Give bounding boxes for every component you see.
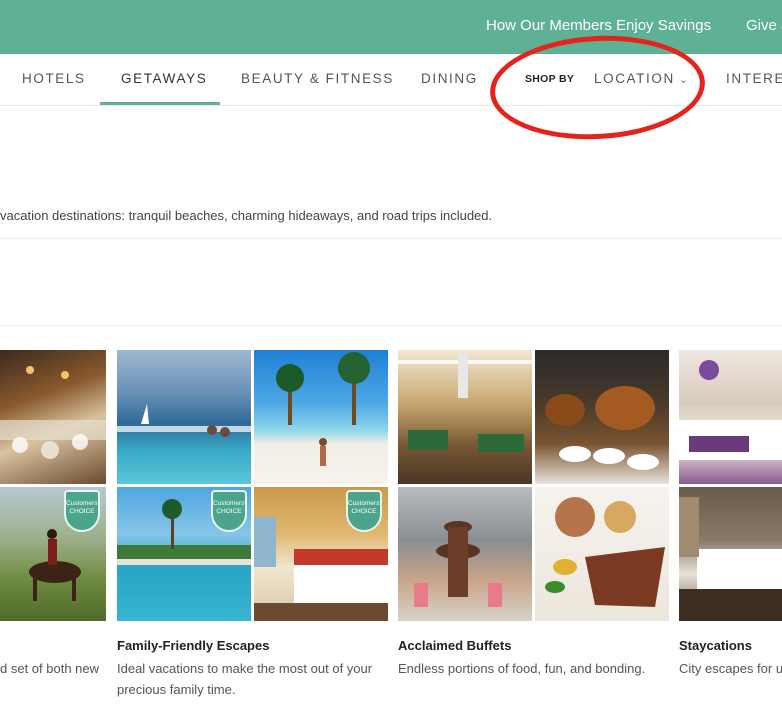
suite-illustration xyxy=(679,360,782,460)
restaurant-interior-photo xyxy=(398,350,532,484)
turkey-illustration xyxy=(545,386,659,470)
suite-photo xyxy=(679,350,782,484)
sea-pool-photo xyxy=(117,350,251,484)
room-illustration xyxy=(679,497,782,621)
category-nav: HOTELS GETAWAYS BEAUTY & FITNESS DINING … xyxy=(0,54,782,106)
card-image xyxy=(679,350,782,621)
shop-by-label: SHOP BY xyxy=(525,73,575,85)
sea-illustration xyxy=(117,404,251,437)
buffet-photo xyxy=(0,350,106,484)
buffet-illustration xyxy=(0,366,106,459)
tab-dining[interactable]: DINING xyxy=(421,71,478,86)
chevron-down-icon: ⌄ xyxy=(678,74,690,86)
tab-beauty-fitness[interactable]: BEAUTY & FITNESS xyxy=(241,71,394,86)
active-tab-indicator xyxy=(100,102,220,105)
city-room-photo xyxy=(679,487,782,621)
steak-illustration xyxy=(545,497,665,607)
tab-hotels[interactable]: HOTELS xyxy=(22,71,86,86)
top-bar: How Our Members Enjoy Savings Give a xyxy=(0,0,782,54)
fountain-illustration xyxy=(414,521,502,607)
roast-turkey-photo xyxy=(535,350,669,484)
card-subtitle: Endless portions of food, fun, and bondi… xyxy=(398,661,646,676)
page-description: vacation destinations: tranquil beaches,… xyxy=(0,208,493,223)
beach-photo xyxy=(254,350,388,484)
chocolate-fountain-photo xyxy=(398,487,532,621)
steak-plate-photo xyxy=(535,487,669,621)
card-subtitle: d set of both new xyxy=(0,661,100,676)
interests-dropdown[interactable]: INTERES xyxy=(726,71,782,86)
tab-getaways[interactable]: GETAWAYS xyxy=(121,71,207,86)
location-label: LOCATION xyxy=(594,71,675,86)
card-title: Acclaimed Buffets xyxy=(398,638,512,653)
location-dropdown[interactable]: LOCATION ⌄ xyxy=(594,71,690,86)
card-title: Family-Friendly Escapes xyxy=(117,638,270,653)
customers-choice-badge: Customers' CHOICE xyxy=(211,490,247,532)
customers-choice-badge: Customers' CHOICE xyxy=(64,490,100,532)
card-image: Customers' CHOICE Customers' CHOICE xyxy=(117,350,388,621)
palm-beach-illustration xyxy=(276,352,370,466)
card-image: Customers' CHOICE xyxy=(0,350,106,621)
customers-choice-badge: Customers' CHOICE xyxy=(346,490,382,532)
card-subtitle: City escapes for u xyxy=(679,661,782,676)
divider xyxy=(0,325,782,326)
dining-hall-illustration xyxy=(398,354,532,452)
members-savings-link[interactable]: How Our Members Enjoy Savings xyxy=(486,17,711,34)
give-link[interactable]: Give a xyxy=(746,17,782,34)
card-subtitle: Ideal vacations to make the most out of … xyxy=(117,661,373,697)
divider xyxy=(0,238,782,239)
card-image xyxy=(398,350,669,621)
card-title: Staycations xyxy=(679,638,752,653)
